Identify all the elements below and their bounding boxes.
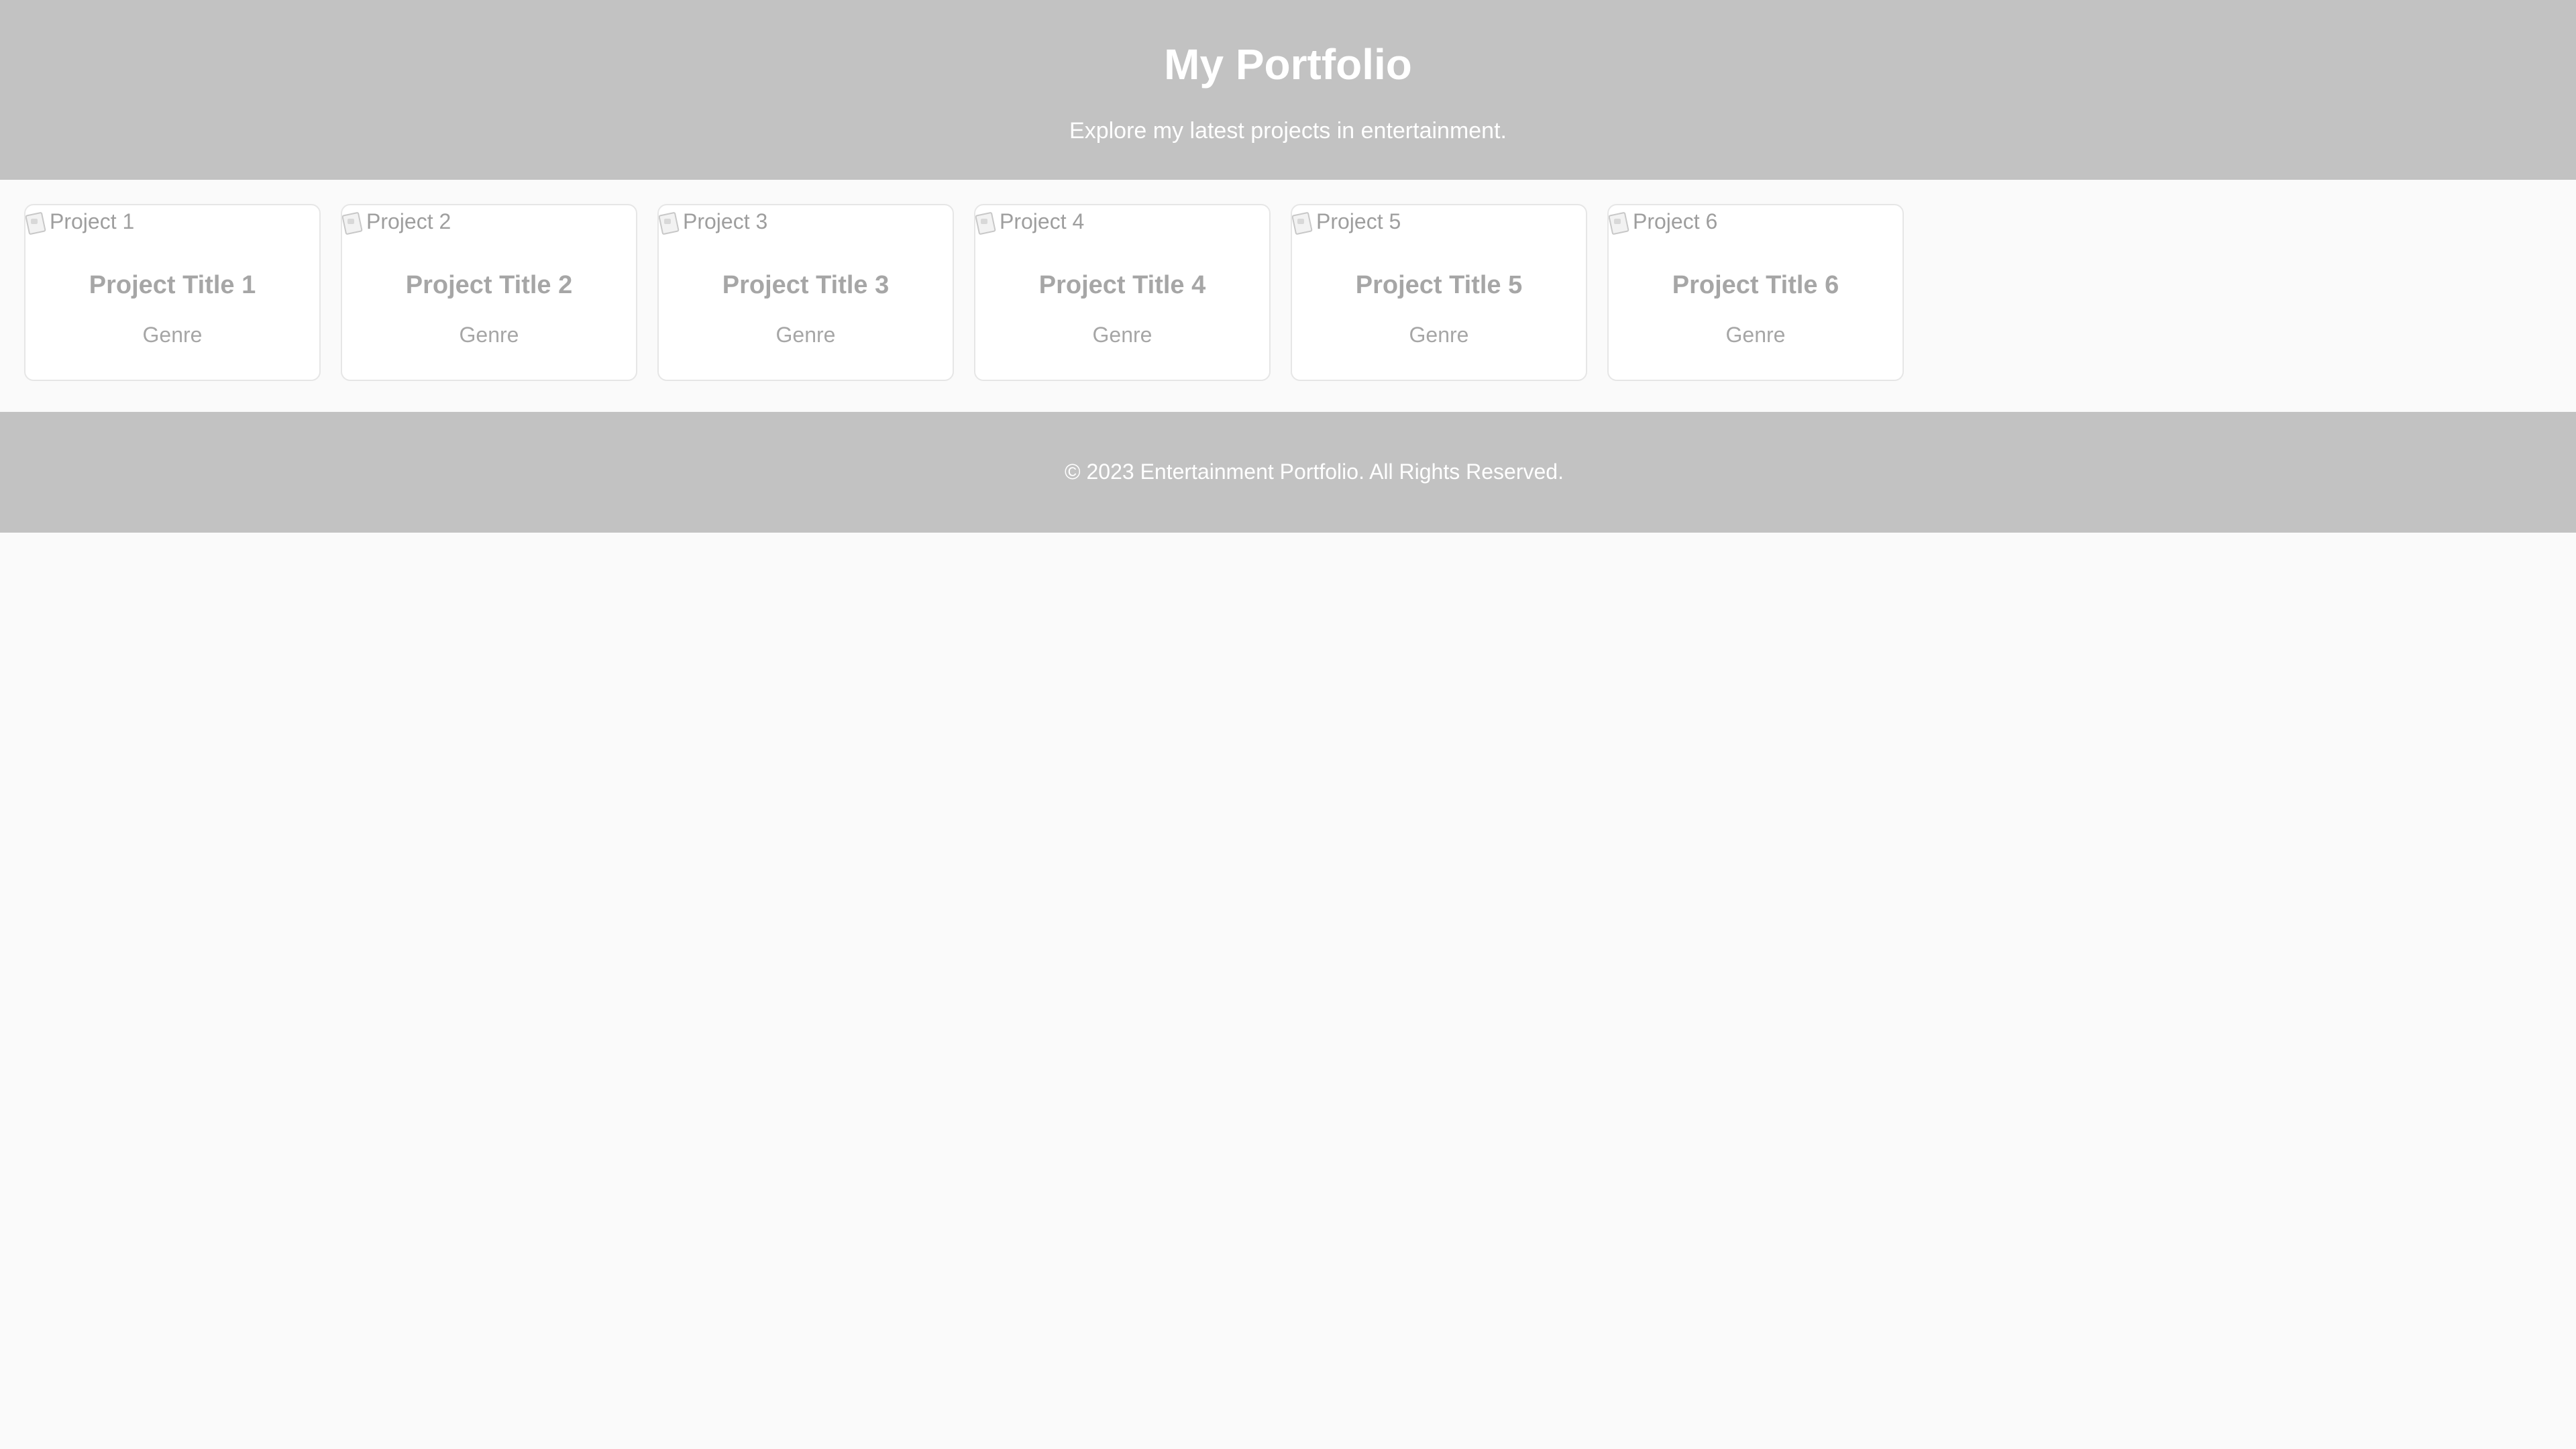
project-image-alt: Project 3	[683, 209, 768, 233]
project-title: Project Title 6	[1672, 271, 1839, 299]
project-image: Project 1	[25, 207, 134, 236]
project-card[interactable]: Project 5 Project Title 5 Genre	[1291, 204, 1587, 381]
project-genre: Genre	[459, 323, 519, 347]
project-image-alt: Project 6	[1633, 209, 1718, 233]
project-genre: Genre	[775, 323, 836, 347]
project-grid: Project 1 Project Title 1 Genre Project …	[24, 204, 1904, 382]
project-card[interactable]: Project 6 Project Title 6 Genre	[1607, 204, 1904, 381]
broken-image-icon	[1609, 209, 1630, 233]
broken-image-icon	[1292, 209, 1313, 233]
project-image: Project 5	[1292, 207, 1401, 236]
project-image-alt: Project 4	[1000, 209, 1085, 233]
project-title: Project Title 5	[1355, 271, 1523, 299]
copyright-text: © 2023 Entertainment Portfolio. All Righ…	[1065, 460, 1564, 484]
broken-image-icon	[659, 209, 680, 233]
project-title: Project Title 1	[89, 271, 256, 299]
project-card[interactable]: Project 2 Project Title 2 Genre	[341, 204, 637, 381]
project-image: Project 3	[659, 207, 767, 236]
project-title: Project Title 3	[722, 271, 890, 299]
project-genre: Genre	[1092, 323, 1152, 347]
project-genre: Genre	[1725, 323, 1786, 347]
page-title: My Portfolio	[1164, 40, 1412, 89]
project-genre: Genre	[142, 323, 203, 347]
project-title: Project Title 4	[1038, 271, 1206, 299]
project-image: Project 6	[1609, 207, 1717, 236]
page-subtitle: Explore my latest projects in entertainm…	[1069, 118, 1507, 144]
project-image-alt: Project 1	[50, 209, 135, 233]
project-card[interactable]: Project 4 Project Title 4 Genre	[974, 204, 1271, 381]
broken-image-icon	[342, 209, 364, 233]
project-card[interactable]: Project 1 Project Title 1 Genre	[24, 204, 321, 381]
project-genre: Genre	[1409, 323, 1469, 347]
page-footer: © 2023 Entertainment Portfolio. All Righ…	[0, 412, 2576, 533]
project-image-alt: Project 2	[366, 209, 451, 233]
broken-image-icon	[975, 209, 997, 233]
project-image: Project 2	[342, 207, 451, 236]
broken-image-icon	[25, 209, 47, 233]
project-title: Project Title 2	[405, 271, 573, 299]
project-image-alt: Project 5	[1316, 209, 1401, 233]
page-header: My Portfolio Explore my latest projects …	[0, 0, 2576, 180]
project-card[interactable]: Project 3 Project Title 3 Genre	[657, 204, 954, 381]
project-image: Project 4	[975, 207, 1084, 236]
